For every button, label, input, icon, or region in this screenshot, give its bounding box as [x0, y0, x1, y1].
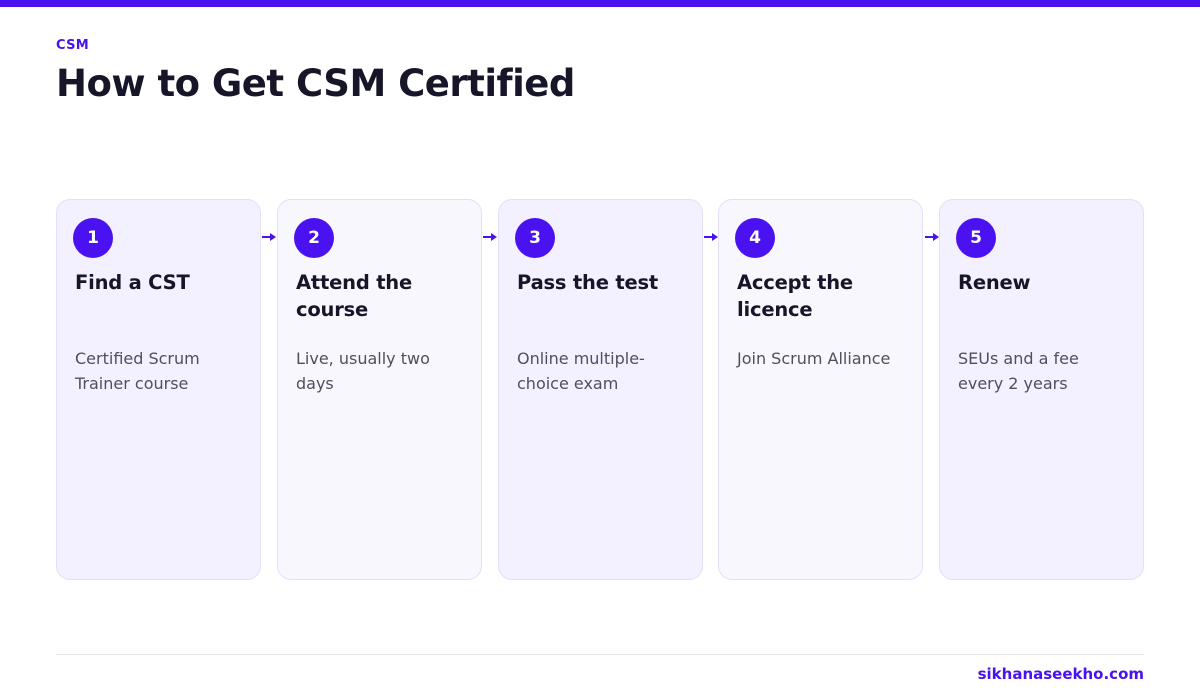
step-number-badge: 5: [956, 218, 996, 258]
steps-flow: 1 Find a CST Certified Scrum Trainer cou…: [56, 199, 1144, 580]
section-eyebrow: CSM: [56, 38, 89, 53]
step-title: Pass the test: [517, 271, 659, 294]
step-title: Renew: [958, 271, 1031, 294]
arrow-right-icon: [483, 233, 497, 241]
step-number-badge: 3: [515, 218, 555, 258]
arrow-right-icon: [704, 233, 718, 241]
step-card-2: 2 Attend the course Live, usually two da…: [277, 199, 482, 580]
page-title: How to Get CSM Certified: [56, 62, 575, 105]
step-number-badge: 1: [73, 218, 113, 258]
step-description: SEUs and a fee every 2 years: [958, 349, 1079, 393]
footer-site-link[interactable]: sikhanaseekho.com: [978, 665, 1144, 683]
step-description: Certified Scrum Trainer course: [75, 349, 200, 393]
arrow-right-icon: [262, 233, 276, 241]
step-title: Accept the licence: [737, 271, 853, 321]
step-number-badge: 2: [294, 218, 334, 258]
step-number-badge: 4: [735, 218, 775, 258]
step-card-4: 4 Accept the licence Join Scrum Alliance: [718, 199, 923, 580]
step-description: Online multiple-choice exam: [517, 349, 645, 393]
step-title: Attend the course: [296, 271, 413, 321]
step-description: Join Scrum Alliance: [737, 349, 891, 368]
step-card-1: 1 Find a CST Certified Scrum Trainer cou…: [56, 199, 261, 580]
arrow-right-icon: [925, 233, 939, 241]
step-card-3: 3 Pass the test Online multiple-choice e…: [498, 199, 703, 580]
top-accent-bar: [0, 0, 1200, 7]
step-card-5: 5 Renew SEUs and a fee every 2 years: [939, 199, 1144, 580]
footer-divider: [56, 654, 1144, 655]
step-title: Find a CST: [75, 271, 190, 294]
step-description: Live, usually two days: [296, 349, 430, 393]
